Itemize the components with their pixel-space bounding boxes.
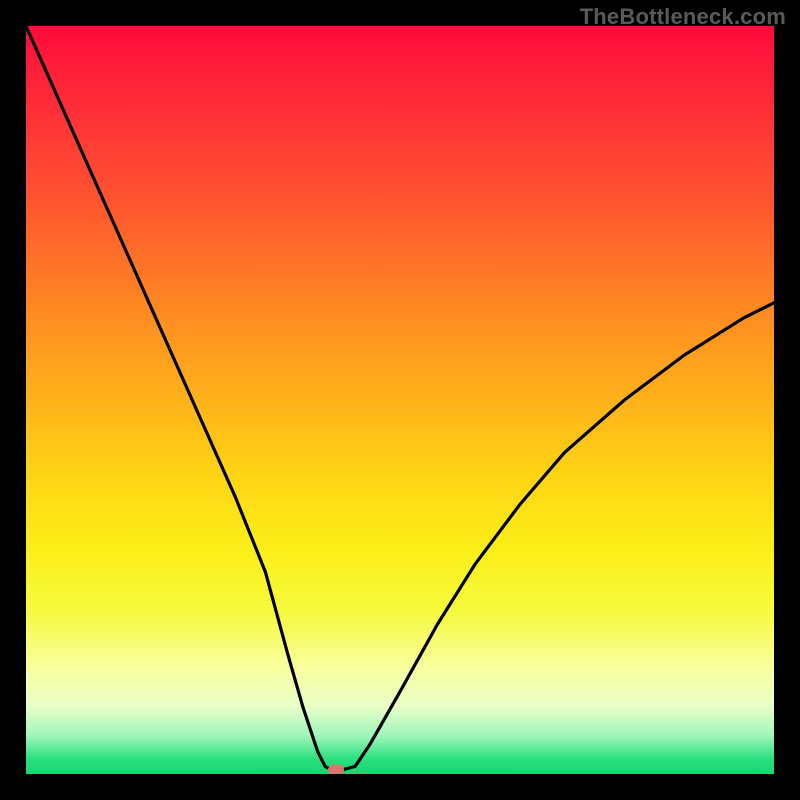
minimum-marker bbox=[328, 765, 344, 774]
bottleneck-curve bbox=[26, 26, 774, 774]
plot-area bbox=[26, 26, 774, 774]
chart-frame: TheBottleneck.com bbox=[0, 0, 800, 800]
